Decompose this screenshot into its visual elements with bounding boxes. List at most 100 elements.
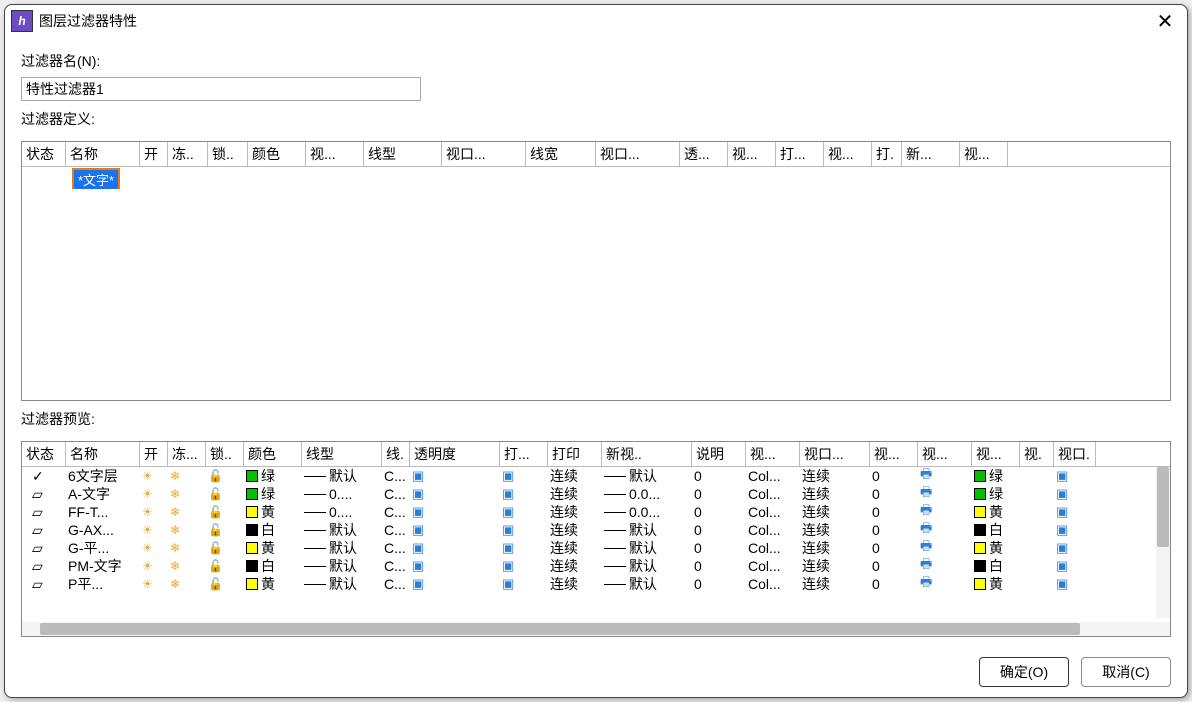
col-header[interactable]: 名称	[66, 142, 140, 166]
cell: A-文字	[66, 485, 140, 503]
table-row[interactable]: ✓6文字层☀❄🔓 绿 默认C...▣▣连续 默认0Col...连续0🖶 绿▣	[22, 467, 1154, 485]
cell: 绿	[244, 485, 302, 503]
cell: 默认	[602, 557, 692, 575]
col-header[interactable]: 视...	[306, 142, 364, 166]
col-header[interactable]: 打...	[500, 442, 548, 466]
cell: 黄	[972, 575, 1020, 593]
cell: C...	[382, 557, 410, 575]
lock-open-icon: 🔓	[208, 541, 223, 555]
col-header[interactable]: 打印	[548, 442, 602, 466]
col-header[interactable]: 视...	[960, 142, 1008, 166]
cell: 6文字层	[66, 467, 140, 485]
col-header[interactable]: 视...	[972, 442, 1020, 466]
snowflake-icon: ❄	[170, 523, 180, 537]
cell: ▣	[1054, 521, 1096, 539]
col-header[interactable]: 说明	[692, 442, 746, 466]
cell: ❄	[168, 467, 206, 485]
cell: 🖶	[918, 557, 972, 575]
print-icon: 🖶	[920, 575, 932, 593]
cell: 默认	[302, 575, 382, 593]
col-header[interactable]: 视...	[918, 442, 972, 466]
col-header[interactable]: 视...	[824, 142, 872, 166]
col-header[interactable]: 视口...	[442, 142, 526, 166]
cell: ▣	[1054, 539, 1096, 557]
table-row[interactable]: ▱G-AX...☀❄🔓 白 默认C...▣▣连续 默认0Col...连续0🖶 白…	[22, 521, 1154, 539]
col-header[interactable]: 线.	[382, 442, 410, 466]
table-row[interactable]: ▱PM-文字☀❄🔓 白 默认C...▣▣连续 默认0Col...连续0🖶 白▣	[22, 557, 1154, 575]
col-header[interactable]: 开	[140, 442, 168, 466]
cell: C...	[382, 467, 410, 485]
content: 过滤器名(N): 过滤器定义: 状态名称开冻..锁..颜色视...线型视口...…	[5, 37, 1187, 647]
ok-button[interactable]: 确定(O)	[979, 657, 1069, 687]
layer-icon: ▣	[1056, 540, 1068, 556]
table-row[interactable]: ▱P平...☀❄🔓 黄 默认C...▣▣连续 默认0Col...连续0🖶 黄▣	[22, 575, 1154, 593]
col-header[interactable]: 冻...	[168, 442, 206, 466]
color-swatch	[246, 470, 258, 482]
preview-grid: 状态名称开冻...锁..颜色线型线.透明度打...打印新视..说明视...视口.…	[21, 441, 1171, 637]
table-row[interactable]: ▱FF-T...☀❄🔓 黄 0....C...▣▣连续 0.0...0Col..…	[22, 503, 1154, 521]
col-header[interactable]: 锁..	[206, 442, 244, 466]
horizontal-scroll-thumb[interactable]	[40, 623, 1080, 635]
cell: 默认	[602, 467, 692, 485]
col-header[interactable]: 锁..	[208, 142, 248, 166]
cell: ▣	[1054, 485, 1096, 503]
table-row[interactable]: ▱G-平...☀❄🔓 黄 默认C...▣▣连续 默认0Col...连续0🖶 黄▣	[22, 539, 1154, 557]
cell: Col...	[746, 521, 800, 539]
cell: 🖶	[918, 539, 972, 557]
col-header[interactable]: 透...	[680, 142, 728, 166]
cell: ▣	[410, 575, 500, 593]
cancel-button[interactable]: 取消(C)	[1081, 657, 1171, 687]
col-header[interactable]: 视口...	[596, 142, 680, 166]
preview-rows: ✓6文字层☀❄🔓 绿 默认C...▣▣连续 默认0Col...连续0🖶 绿▣▱A…	[22, 467, 1154, 593]
col-header[interactable]: 开	[140, 142, 168, 166]
col-header[interactable]: 新视..	[602, 442, 692, 466]
cell: 🖶	[918, 503, 972, 521]
col-header[interactable]: 冻..	[168, 142, 208, 166]
cell: C...	[382, 521, 410, 539]
col-header[interactable]: 视...	[870, 442, 918, 466]
col-header[interactable]: 打...	[776, 142, 824, 166]
col-header[interactable]: 视口...	[800, 442, 870, 466]
col-header[interactable]: 视.	[1020, 442, 1054, 466]
filter-def-body[interactable]: *文字*	[22, 167, 1170, 400]
vertical-scroll-thumb[interactable]	[1157, 467, 1169, 547]
cell: 0	[870, 467, 918, 485]
cell: 默认	[302, 539, 382, 557]
filter-def-grid: 状态名称开冻..锁..颜色视...线型视口...线宽视口...透...视...打…	[21, 141, 1171, 401]
col-header[interactable]: 颜色	[244, 442, 302, 466]
horizontal-scrollbar[interactable]	[22, 622, 1170, 636]
col-header[interactable]: 线型	[302, 442, 382, 466]
col-header[interactable]: 名称	[66, 442, 140, 466]
col-header[interactable]: 新...	[902, 142, 960, 166]
color-swatch	[974, 470, 986, 482]
cell: 0.0...	[602, 503, 692, 521]
col-header[interactable]: 视口.	[1054, 442, 1096, 466]
cell: 0	[870, 485, 918, 503]
layer-icon: ▣	[412, 540, 424, 556]
col-header[interactable]: 打.	[872, 142, 902, 166]
filter-def-row[interactable]: *文字*	[22, 167, 1170, 187]
col-header[interactable]: 视...	[728, 142, 776, 166]
col-header[interactable]: 线型	[364, 142, 442, 166]
cell: C...	[382, 485, 410, 503]
close-button[interactable]: ✕	[1153, 9, 1177, 33]
layer-icon: ▣	[502, 486, 514, 502]
cell: ▣	[1054, 467, 1096, 485]
vertical-scrollbar[interactable]	[1156, 467, 1170, 618]
filter-def-name-cell[interactable]: *文字*	[72, 168, 120, 191]
color-swatch	[974, 542, 986, 554]
col-header[interactable]: 视...	[746, 442, 800, 466]
col-header[interactable]: 透明度	[410, 442, 500, 466]
sun-icon: ☀	[142, 559, 153, 573]
col-header[interactable]: 状态	[22, 142, 66, 166]
col-header[interactable]: 颜色	[248, 142, 306, 166]
table-row[interactable]: ▱A-文字☀❄🔓 绿 0....C...▣▣连续 0.0...0Col...连续…	[22, 485, 1154, 503]
col-header[interactable]: 状态	[22, 442, 66, 466]
filter-def-empty-row[interactable]	[22, 189, 1170, 209]
col-header[interactable]: 线宽	[526, 142, 596, 166]
filter-name-input[interactable]	[21, 77, 421, 101]
cell: C...	[382, 539, 410, 557]
cell: ▣	[1054, 557, 1096, 575]
filter-def-header: 状态名称开冻..锁..颜色视...线型视口...线宽视口...透...视...打…	[22, 142, 1170, 167]
print-icon: 🖶	[920, 467, 932, 485]
